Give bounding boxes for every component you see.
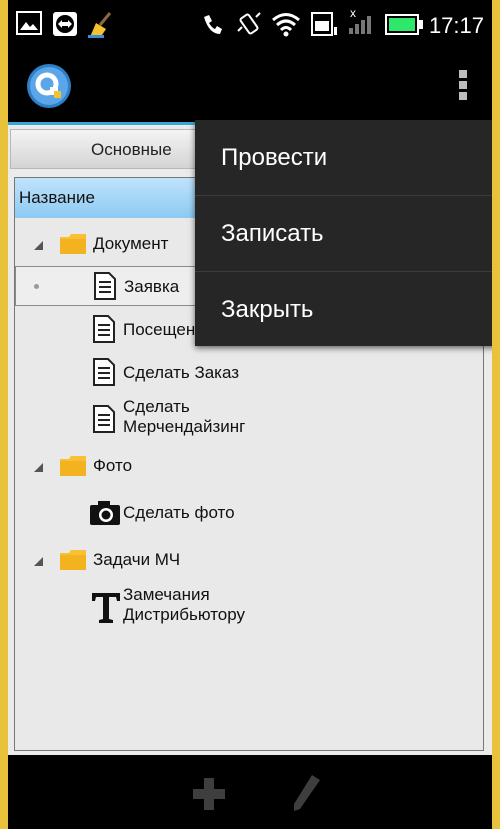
document-icon <box>93 315 115 343</box>
tree-item-label-line2: Дистрибьютору <box>123 605 246 624</box>
action-bar <box>8 50 492 125</box>
dot-icon <box>459 70 467 78</box>
overflow-menu-button[interactable] <box>456 70 470 104</box>
tree-item-label: Задачи МЧ <box>93 550 181 569</box>
menu-item-save[interactable]: Записать <box>195 196 492 271</box>
plus-icon[interactable] <box>191 776 227 812</box>
tree-item-label-line2: Мерчендайзинг <box>123 417 246 436</box>
menu-item-post[interactable]: Провести <box>195 120 492 195</box>
tree-row-document[interactable]: Сделать Мерчендайзинг <box>15 396 483 442</box>
tree-item-label: Заявка <box>124 277 180 296</box>
status-clock: 17:17 <box>428 13 484 38</box>
document-icon <box>94 272 116 300</box>
dot-icon <box>459 81 467 89</box>
status-bar: x 17:17 <box>8 0 492 50</box>
text-type-icon <box>92 593 120 623</box>
tree-item-label: Документ <box>93 234 169 253</box>
wifi-icon <box>272 13 300 37</box>
phone-icon <box>204 15 222 34</box>
tree-row-document[interactable]: Сделать Заказ <box>15 353 483 393</box>
camera-icon <box>90 501 120 525</box>
menu-item-label: Провести <box>221 144 328 171</box>
image-icon <box>16 11 42 35</box>
tree-row-text[interactable]: Замечания Дистрибьютору <box>15 582 483 630</box>
folder-icon <box>60 550 86 570</box>
dot-icon <box>459 92 467 100</box>
cleaner-broom-icon <box>88 12 112 38</box>
battery-icon <box>385 14 423 35</box>
sd-card-icon <box>311 12 337 36</box>
signal-icon: x <box>349 6 371 34</box>
tab-label: Основные <box>91 140 172 159</box>
vibrate-icon <box>237 12 261 35</box>
expand-arrow-icon[interactable] <box>34 241 43 250</box>
tree-row-camera[interactable]: Сделать фото <box>15 492 483 532</box>
tree-item-label: Сделать фото <box>123 503 235 522</box>
document-icon <box>93 405 115 433</box>
menu-item-label: Закрыть <box>221 296 314 323</box>
tree-item-label: Сделать <box>123 397 190 416</box>
pencil-icon[interactable] <box>288 773 322 813</box>
menu-item-close[interactable]: Закрыть <box>195 272 492 347</box>
folder-icon <box>60 234 86 254</box>
menu-item-label: Записать <box>221 220 324 247</box>
tree-item-label: Замечания <box>123 585 210 604</box>
tree-row-folder[interactable]: Задачи МЧ <box>15 540 483 580</box>
folder-icon <box>60 456 86 476</box>
column-header-label: Название <box>19 188 95 207</box>
tree-row-folder[interactable]: Фото <box>15 446 483 486</box>
expand-arrow-icon[interactable] <box>34 463 43 472</box>
bottom-toolbar <box>8 755 492 829</box>
document-icon <box>93 358 115 386</box>
teamviewer-icon <box>53 12 77 36</box>
phone-screen: x 17:17 Основные Название Документ Заявк… <box>8 0 492 829</box>
overflow-popup-menu: Провести Записать Закрыть <box>195 120 492 346</box>
bullet-icon <box>34 284 39 289</box>
app-logo-icon[interactable] <box>26 63 72 109</box>
tree-item-label: Сделать Заказ <box>123 363 240 382</box>
expand-arrow-icon[interactable] <box>34 557 43 566</box>
svg-text:x: x <box>350 6 356 20</box>
tree-item-label: Фото <box>93 456 133 475</box>
